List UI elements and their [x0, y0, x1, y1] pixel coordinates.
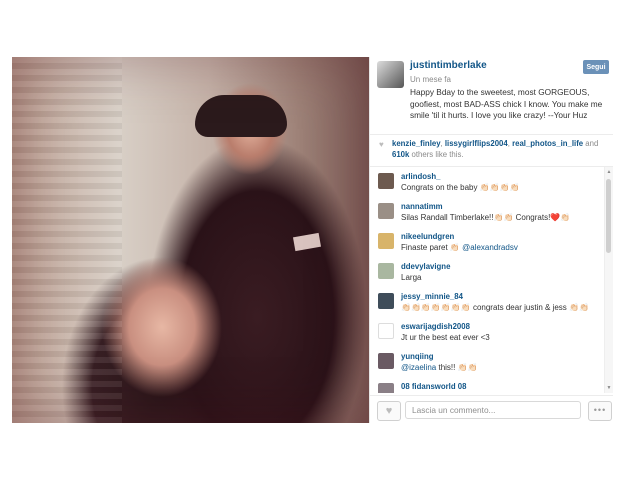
- heart-icon: ♥: [379, 140, 384, 149]
- commenter-avatar[interactable]: [378, 323, 394, 339]
- comment-text: Jt ur the best eat ever <3: [401, 333, 490, 342]
- comment-text: Congrats on the baby 👏🏻👏🏻👏🏻👏🏻: [401, 183, 520, 192]
- comment-text: Silas Randall Timberlake!!👏🏻👏🏻 Congrats!…: [401, 213, 571, 222]
- scroll-up-arrow-icon[interactable]: ▲: [605, 168, 613, 176]
- heart-icon: ♥: [385, 405, 393, 417]
- comment-input[interactable]: [405, 401, 581, 419]
- commenter-avatar[interactable]: [378, 383, 394, 393]
- liker-link[interactable]: lissygirlflips2004: [445, 139, 508, 148]
- post-side-panel: justintimberlake Un mese fa Segui Happy …: [369, 57, 613, 423]
- comment-text-part: this!! 👏🏻👏🏻: [436, 363, 478, 372]
- comment-item: yunqiing @izaelina this!! 👏🏻👏🏻: [370, 347, 602, 377]
- post-photo: [12, 57, 369, 423]
- comment-footer: ♥ •••: [370, 395, 613, 424]
- author-avatar[interactable]: [377, 61, 404, 88]
- likes-suffix: others like this.: [409, 150, 464, 159]
- commenter-username[interactable]: eswarijagdish2008: [401, 322, 470, 331]
- commenter-avatar[interactable]: [378, 293, 394, 309]
- post-header: justintimberlake Un mese fa Segui Happy …: [370, 57, 613, 132]
- likes-section: ♥ kenzie_finley, lissygirlflips2004, rea…: [370, 134, 613, 167]
- comments-list[interactable]: arlindosh_ Congrats on the baby 👏🏻👏🏻👏🏻👏🏻…: [370, 167, 602, 393]
- more-options-button[interactable]: •••: [588, 401, 612, 421]
- commenter-avatar[interactable]: [378, 233, 394, 249]
- comment-text-part: Finaste paret 👏🏻: [401, 243, 463, 252]
- comment-item: jessy_minnie_84 👏🏻👏🏻👏🏻👏🏻👏🏻👏🏻👏🏻 congrats …: [370, 287, 602, 317]
- comment-text: 👏🏻👏🏻👏🏻👏🏻👏🏻👏🏻👏🏻 congrats dear justin & je…: [401, 303, 589, 312]
- commenter-avatar[interactable]: [378, 173, 394, 189]
- comment-text: Larga: [401, 273, 422, 282]
- photo-vignette: [12, 57, 369, 423]
- likes-summary: kenzie_finley, lissygirlflips2004, real_…: [392, 138, 608, 160]
- comment-item: 08 fidansworld 08: [370, 377, 602, 393]
- likes-count[interactable]: 610k: [392, 150, 409, 159]
- liker-link[interactable]: real_photos_in_life: [512, 139, 583, 148]
- commenter-username[interactable]: nannatimm: [401, 202, 443, 211]
- comment-item: eswarijagdish2008 Jt ur the best eat eve…: [370, 317, 602, 347]
- like-heart-button[interactable]: ♥: [377, 401, 401, 421]
- commenter-username[interactable]: yunqiing: [401, 352, 433, 361]
- comments-scrollbar[interactable]: ▲ ▼: [604, 167, 613, 393]
- comment-text: Finaste paret 👏🏻 @alexandradsv: [401, 243, 518, 252]
- scroll-down-arrow-icon[interactable]: ▼: [605, 384, 613, 392]
- commenter-username[interactable]: nikeelundgren: [401, 232, 454, 241]
- comment-item: nannatimm Silas Randall Timberlake!!👏🏻👏🏻…: [370, 197, 602, 227]
- commenter-username[interactable]: arlindosh_: [401, 172, 440, 181]
- likes-and-text: and: [583, 139, 599, 148]
- comment-item: arlindosh_ Congrats on the baby 👏🏻👏🏻👏🏻👏🏻: [370, 167, 602, 197]
- comment-mention-link[interactable]: @alexandradsv: [462, 243, 518, 252]
- scrollbar-thumb[interactable]: [606, 179, 611, 253]
- comment-item: nikeelundgren Finaste paret 👏🏻 @alexandr…: [370, 227, 602, 257]
- commenter-username[interactable]: ddevylavigne: [401, 262, 450, 271]
- comment-item: ddevylavigne Larga: [370, 257, 602, 287]
- liker-link[interactable]: kenzie_finley: [392, 139, 441, 148]
- commenter-avatar[interactable]: [378, 353, 394, 369]
- commenter-username[interactable]: jessy_minnie_84: [401, 292, 463, 301]
- commenter-username[interactable]: 08 fidansworld 08: [401, 382, 466, 391]
- comment-mention-link[interactable]: @izaelina: [401, 363, 436, 372]
- follow-button[interactable]: Segui: [583, 60, 609, 74]
- commenter-avatar[interactable]: [378, 263, 394, 279]
- comment-text: @izaelina this!! 👏🏻👏🏻: [401, 363, 478, 372]
- post-timestamp[interactable]: Un mese fa: [410, 75, 451, 84]
- commenter-avatar[interactable]: [378, 203, 394, 219]
- author-username[interactable]: justintimberlake: [410, 60, 487, 71]
- post-caption: Happy Bday to the sweetest, most GORGEOU…: [410, 87, 603, 120]
